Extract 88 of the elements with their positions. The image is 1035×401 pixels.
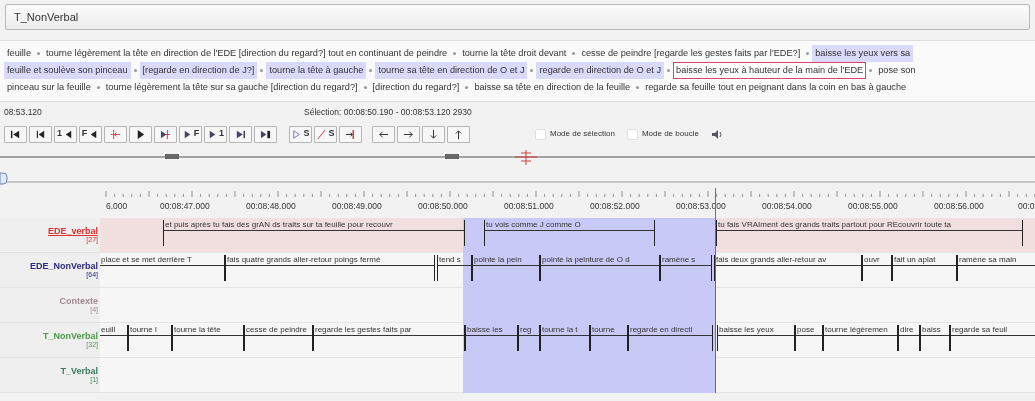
annotation-text[interactable]: tourne sa tête en direction de O et J	[375, 62, 528, 79]
play-icon	[135, 128, 146, 140]
media-scrollbar-drawing[interactable]	[0, 148, 1035, 168]
up-button[interactable]	[447, 125, 470, 143]
step-forward-button[interactable]: 1	[204, 125, 227, 143]
selection-end-button[interactable]	[339, 125, 362, 143]
annotation[interactable]: place et se met derrière T	[100, 255, 225, 281]
clear-selection-button[interactable]: S	[314, 125, 337, 143]
go-to-end-button[interactable]	[254, 125, 277, 143]
play-selection-button[interactable]	[154, 125, 177, 143]
skip-back-icon	[35, 128, 46, 140]
annotation-text[interactable]: pinceau sur la feuille	[4, 79, 94, 96]
time-label: 00:08:49.000	[332, 200, 382, 213]
annotation[interactable]: baiss	[920, 325, 950, 351]
annotation-text[interactable]: baisse sa tête en direction de la feuille	[471, 79, 634, 96]
annotation-text[interactable]: tourne légèrement la tête en direction de l'EDE [direction du regard?] tout en continuant de peindre	[43, 45, 451, 62]
checkbox-label: Mode de boucle	[641, 128, 699, 140]
time-label: 00:08:54.000	[762, 200, 812, 213]
annotation-text[interactable]: [direction du regard?]	[369, 79, 463, 96]
current-time: 08:53.120	[4, 106, 43, 118]
step-forward-button[interactable]: F	[179, 125, 202, 143]
play-selection-outline-button[interactable]: S	[289, 125, 312, 143]
annotation-text[interactable]: tourne la tête à gauche	[266, 62, 367, 79]
tier-selector-field[interactable]: T_NonVerbal	[5, 4, 1030, 30]
annotation[interactable]: dire	[898, 325, 920, 351]
annotation-text[interactable]: regarde sa feuille tout en peignant dans la coin en bas à gauche	[642, 79, 910, 96]
skip-end-icon	[260, 128, 271, 140]
play-button[interactable]	[129, 125, 152, 143]
left-button[interactable]	[372, 125, 395, 143]
selection-info: Sélection: 00:08:50.190 - 00:08:53.120 2930	[304, 106, 472, 118]
tier-name[interactable]: EDE_verbal	[47, 226, 98, 236]
skip-back-icon	[10, 128, 21, 140]
annotation-text[interactable]: cesse de peindre [regarde les gestes faits par l'EDE?]	[578, 45, 804, 62]
annotation-text[interactable]: tourne légèrement la tête sur sa gauche [direction du regard?]	[102, 79, 361, 96]
step-back-button[interactable]: F	[79, 125, 102, 143]
next-page-button[interactable]	[229, 125, 252, 143]
time-label: 00:08:48.000	[246, 200, 296, 213]
slash-icon	[316, 128, 328, 140]
arrow-bar-icon	[345, 128, 356, 140]
time-label: 00:0	[1018, 200, 1035, 213]
annotation-text[interactable]: baisse les yeux vers sa	[812, 45, 914, 62]
triangle-outline-icon	[291, 128, 303, 140]
annotation-text[interactable]: pose son	[875, 62, 919, 79]
annotation-text[interactable]: feuille et soulève son pinceau	[4, 62, 131, 79]
time-label: 00:08:47.000	[160, 200, 210, 213]
triangle-right-icon	[207, 128, 218, 140]
speaker-icon[interactable]	[710, 129, 723, 141]
annotation[interactable]: fais quatre grands aller-retour poings fermé	[225, 255, 435, 281]
tier-name[interactable]: EDE_NonVerbal	[29, 261, 98, 271]
time-label: 00:08:55.000	[848, 200, 898, 213]
checkbox[interactable]	[626, 128, 638, 140]
previous-page-button[interactable]	[29, 125, 52, 143]
bracket-arrow-icon	[110, 128, 121, 140]
time-label: 00:08:50.000	[418, 200, 468, 213]
annotation-text[interactable]: regarde en direction de O et J	[536, 62, 665, 79]
annotation[interactable]: ramène sa main	[957, 255, 1035, 281]
time-label: 00:08:51.000	[504, 200, 554, 213]
go-to-begin-button[interactable]	[4, 125, 27, 143]
time-label: 6.000	[106, 200, 128, 213]
tier-name[interactable]: T_Verbal	[60, 366, 98, 376]
right-button[interactable]	[397, 125, 420, 143]
annotation-text[interactable]: [regarde en direction de J?]	[139, 62, 258, 79]
annotation[interactable]: pose	[795, 325, 823, 351]
annotation-text[interactable]: baisse les yeux à hauteur de la main de l'EDE	[673, 62, 867, 79]
down-button[interactable]	[422, 125, 445, 143]
annotation[interactable]: tourne légèremen	[823, 325, 898, 351]
annotation[interactable]: tourne la tête	[172, 325, 244, 351]
checkbox-label: Mode de sélection	[550, 128, 615, 140]
triangle-left-icon	[63, 128, 74, 140]
arrow-up-icon	[453, 128, 464, 140]
play-mark-icon	[160, 128, 171, 140]
annotation[interactable]: tu fais VRAIment des grands traits partout pour REcouvrir toute ta	[716, 220, 1023, 246]
annotation[interactable]: regarde sa feuil	[950, 325, 1035, 351]
annotation[interactable]: baisse les yeux	[717, 325, 795, 351]
annotation-text[interactable]: tourne la tête droit devant	[459, 45, 570, 62]
annotation[interactable]: cesse de peindre	[244, 325, 313, 351]
checkbox[interactable]	[535, 128, 546, 140]
time-label: 00:08:52.000	[590, 200, 640, 213]
annotation[interactable]: euill	[100, 325, 128, 351]
arrow-down-icon	[428, 128, 439, 140]
skip-forward-icon	[235, 128, 246, 140]
time-label: 00:08:56.000	[934, 200, 984, 213]
annotation-text[interactable]: feuille	[4, 45, 34, 62]
annotation[interactable]: tourne l	[128, 325, 172, 351]
step-back-button[interactable]: 1	[54, 125, 77, 143]
annotation[interactable]: ouvr	[862, 255, 892, 281]
annotation[interactable]: fait un aplat	[892, 255, 957, 281]
selection-begin-button[interactable]	[104, 125, 127, 143]
